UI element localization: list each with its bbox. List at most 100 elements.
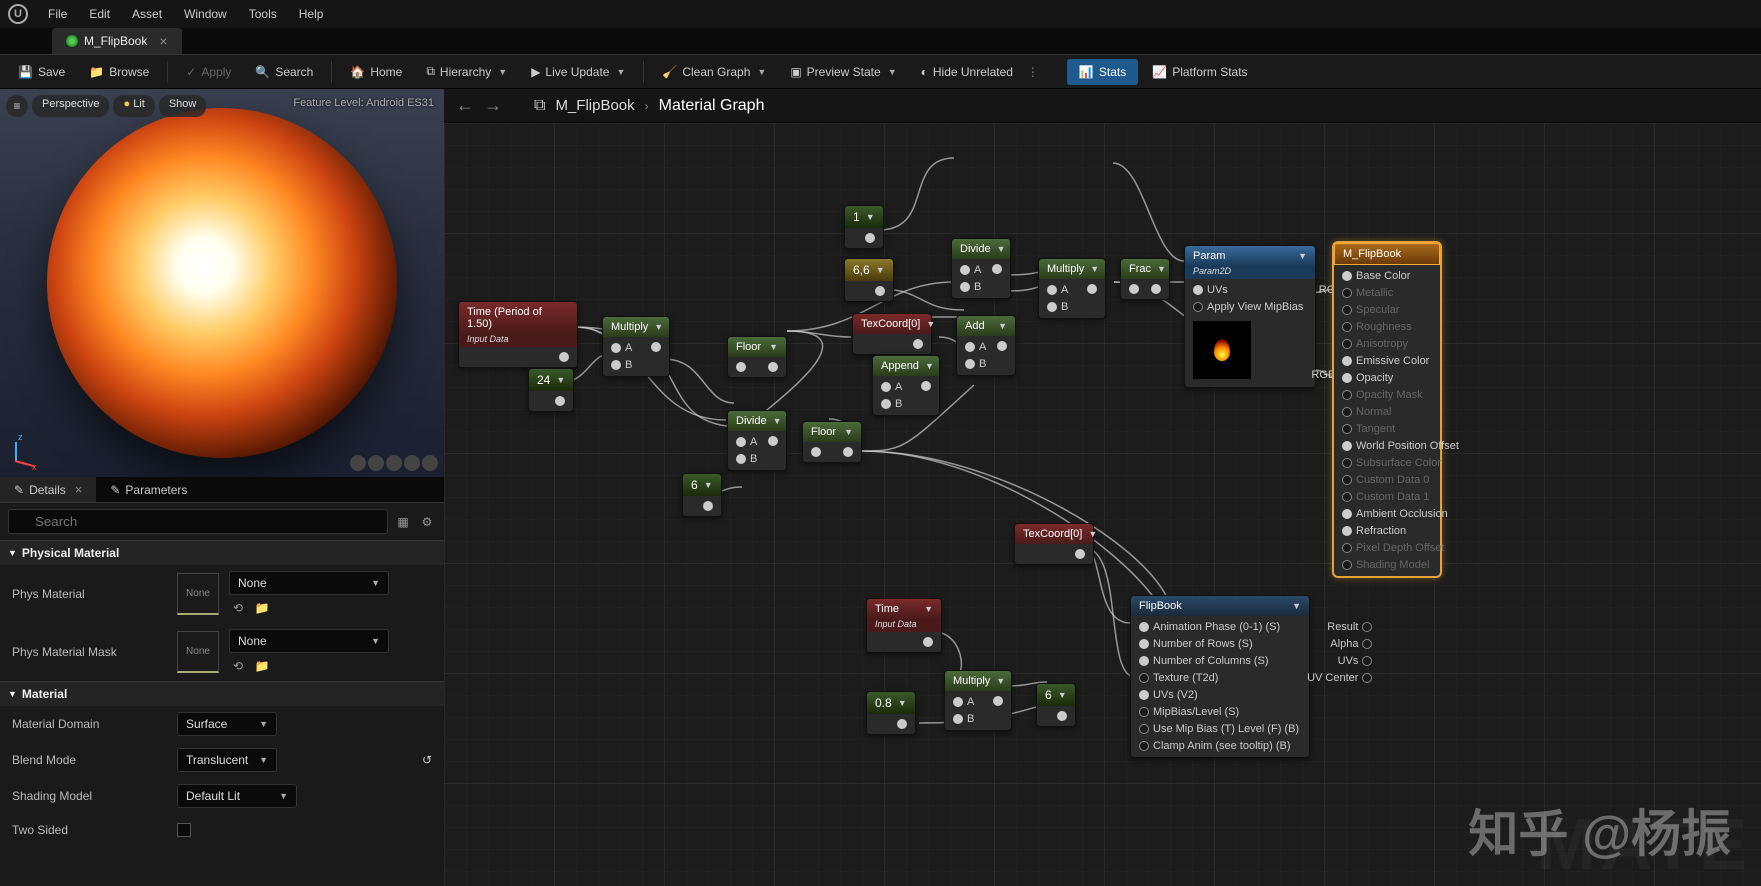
save-button[interactable]: 💾Save: [8, 60, 75, 84]
material-preview-viewport[interactable]: ≡ Perspective ● Lit Show Feature Level: …: [0, 89, 444, 477]
reset-icon[interactable]: ↺: [422, 753, 432, 767]
result-pin[interactable]: Base Color: [1338, 269, 1463, 283]
show-button[interactable]: Show: [159, 95, 207, 117]
menu-asset[interactable]: Asset: [122, 3, 172, 25]
mesh-shape-button[interactable]: [422, 455, 438, 471]
result-pin[interactable]: Opacity: [1338, 371, 1463, 385]
tab-details[interactable]: ✎ Details ×: [0, 477, 96, 502]
node-multiply-2[interactable]: Multiply▼ AB: [1038, 258, 1106, 319]
node-floor-2[interactable]: Floor▼: [802, 421, 862, 463]
result-pin[interactable]: Metallic: [1338, 286, 1463, 300]
document-tab-bar: M_FlipBook ×: [0, 28, 1761, 54]
node-floor-1[interactable]: Floor▼: [727, 336, 787, 378]
node-texcoord-1[interactable]: TexCoord[0]▼: [1014, 523, 1094, 565]
result-pin[interactable]: Custom Data 1: [1338, 490, 1463, 504]
asset-thumbnail[interactable]: None: [177, 573, 219, 615]
document-tab[interactable]: M_FlipBook ×: [52, 28, 182, 54]
node-time-2[interactable]: Time▼ Input Data: [866, 598, 942, 653]
node-time[interactable]: Time (Period of 1.50) Input Data: [458, 301, 578, 368]
details-search-input[interactable]: [8, 509, 388, 534]
menu-help[interactable]: Help: [289, 3, 334, 25]
use-asset-icon[interactable]: ⟲: [229, 599, 247, 617]
node-frac[interactable]: Frac▼: [1120, 258, 1170, 300]
node-divide-1[interactable]: Divide▼ AB: [951, 238, 1011, 299]
result-pin[interactable]: Shading Model: [1338, 558, 1463, 572]
live-update-button[interactable]: ▶Live Update▼: [521, 60, 635, 84]
node-add[interactable]: Add▼ AB: [956, 315, 1016, 376]
result-pin[interactable]: Specular: [1338, 303, 1463, 317]
result-pin[interactable]: Opacity Mask: [1338, 388, 1463, 402]
node-texcoord-0[interactable]: TexCoord[0]▼: [852, 313, 932, 355]
hierarchy-button[interactable]: ⧉Hierarchy▼: [416, 59, 517, 84]
tab-title: M_FlipBook: [84, 34, 147, 48]
plane-shape-button[interactable]: [386, 455, 402, 471]
node-flipbook[interactable]: FlipBook▼ Animation Phase (0-1) (S) Numb…: [1130, 595, 1310, 758]
lit-button[interactable]: ● Lit: [113, 95, 154, 117]
stats-button[interactable]: 📊Stats: [1067, 59, 1138, 85]
result-pin[interactable]: Subsurface Color: [1338, 456, 1463, 470]
node-append[interactable]: Append▼ AB: [872, 355, 940, 416]
category-physical-material[interactable]: ▼Physical Material: [0, 540, 444, 565]
sphere-shape-button[interactable]: [368, 455, 384, 471]
phys-material-mask-dropdown[interactable]: None▼: [229, 629, 389, 653]
apply-button[interactable]: ✓Apply: [176, 60, 241, 84]
settings-icon[interactable]: ⚙: [418, 513, 436, 531]
menu-window[interactable]: Window: [174, 3, 237, 25]
menu-file[interactable]: File: [38, 3, 77, 25]
use-asset-icon[interactable]: ⟲: [229, 657, 247, 675]
node-const-24[interactable]: 24▼: [528, 368, 574, 412]
perspective-button[interactable]: Perspective: [32, 95, 109, 117]
viewport-menu-button[interactable]: ≡: [6, 95, 28, 117]
node-const-66[interactable]: 6,6▼: [844, 258, 894, 302]
node-const-08[interactable]: 0.8▼: [866, 691, 916, 735]
node-multiply-3[interactable]: Multiply▼ AB: [944, 670, 1012, 731]
phys-material-dropdown[interactable]: None▼: [229, 571, 389, 595]
grid-view-icon[interactable]: ▦: [394, 513, 412, 531]
home-button[interactable]: 🏠Home: [340, 60, 412, 84]
result-pin[interactable]: Refraction: [1338, 524, 1463, 538]
clean-graph-button[interactable]: 🧹Clean Graph▼: [652, 60, 776, 84]
browse-asset-icon[interactable]: 📁: [253, 657, 271, 675]
category-material[interactable]: ▼Material: [0, 681, 444, 706]
menu-edit[interactable]: Edit: [79, 3, 120, 25]
result-pin[interactable]: Tangent: [1338, 422, 1463, 436]
material-graph-canvas[interactable]: Time (Period of 1.50) Input Data 24▼ Mul…: [444, 123, 1761, 886]
browse-button[interactable]: 📁Browse: [79, 60, 159, 84]
result-pin[interactable]: Emissive Color: [1338, 354, 1463, 368]
node-divide-2[interactable]: Divide▼ AB: [727, 410, 787, 471]
shading-model-dropdown[interactable]: Default Lit▼: [177, 784, 297, 808]
result-pin[interactable]: Roughness: [1338, 320, 1463, 334]
overflow-menu-icon[interactable]: ⋮: [1027, 65, 1039, 79]
result-pin[interactable]: Normal: [1338, 405, 1463, 419]
hide-unrelated-button[interactable]: ◐Hide Unrelated: [911, 60, 1023, 84]
browse-asset-icon[interactable]: 📁: [253, 599, 271, 617]
menu-tools[interactable]: Tools: [239, 3, 287, 25]
platform-stats-button[interactable]: 📈Platform Stats: [1142, 60, 1257, 84]
preview-state-button[interactable]: ▣Preview State▼: [780, 60, 906, 84]
node-const-6b[interactable]: 6▼: [1036, 683, 1076, 727]
cylinder-shape-button[interactable]: [350, 455, 366, 471]
material-domain-dropdown[interactable]: Surface▼: [177, 712, 277, 736]
result-pin[interactable]: Custom Data 0: [1338, 473, 1463, 487]
close-icon[interactable]: ×: [159, 33, 167, 49]
node-multiply-1[interactable]: Multiply▼ AB: [602, 316, 670, 377]
result-pin[interactable]: Anisotropy: [1338, 337, 1463, 351]
chevron-down-icon: ▼: [498, 67, 507, 77]
two-sided-checkbox[interactable]: [177, 823, 191, 837]
node-param[interactable]: Param▼ Param2D UVs Apply View MipBias RG…: [1184, 245, 1316, 388]
nav-forward-icon[interactable]: →: [484, 95, 502, 116]
result-pin[interactable]: Pixel Depth Offset: [1338, 541, 1463, 555]
node-material-result[interactable]: M_FlipBook Base ColorMetallicSpecularRou…: [1332, 241, 1442, 578]
tab-parameters[interactable]: ✎ Parameters: [96, 478, 201, 502]
nav-back-icon[interactable]: ←: [456, 95, 474, 116]
result-pin[interactable]: Ambient Occlusion: [1338, 507, 1463, 521]
node-const-1[interactable]: 1▼: [844, 205, 884, 249]
asset-thumbnail[interactable]: None: [177, 631, 219, 673]
result-pin[interactable]: World Position Offset: [1338, 439, 1463, 453]
search-button[interactable]: 🔍Search: [245, 60, 323, 84]
blend-mode-dropdown[interactable]: Translucent▼: [177, 748, 277, 772]
node-const-6[interactable]: 6▼: [682, 473, 722, 517]
breadcrumb-root[interactable]: M_FlipBook: [555, 97, 634, 114]
close-icon[interactable]: ×: [75, 482, 83, 497]
cube-shape-button[interactable]: [404, 455, 420, 471]
